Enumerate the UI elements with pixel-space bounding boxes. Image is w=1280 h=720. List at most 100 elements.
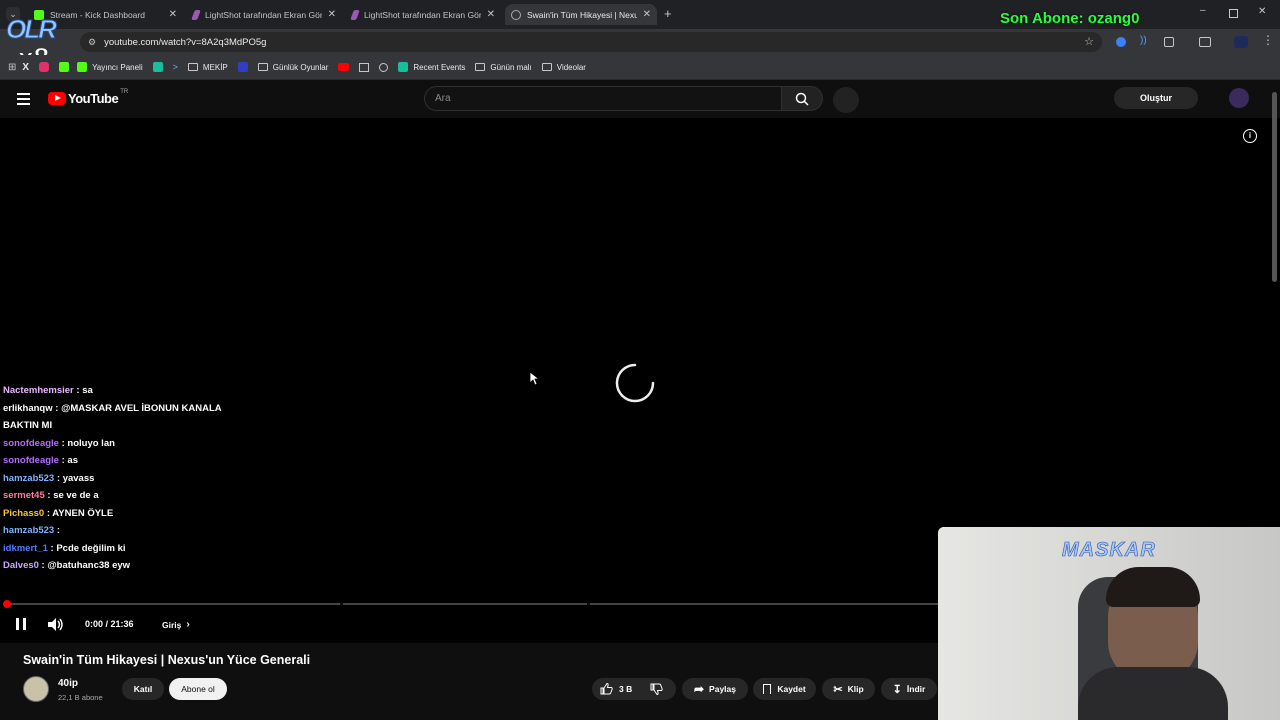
blue-bookmark-icon[interactable] — [237, 62, 248, 72]
instagram-bookmark-icon[interactable] — [39, 62, 50, 72]
x-bookmark-icon[interactable]: X — [22, 62, 29, 73]
tab-lightshot-2[interactable]: LightShot tarafından Ekran Gör ✕ — [346, 4, 501, 25]
new-tab-button[interactable]: + — [664, 6, 672, 21]
terminal-bookmark-icon[interactable]: > — [173, 62, 178, 72]
close-tab-icon[interactable]: ✕ — [328, 9, 336, 20]
video-title: Swain'in Tüm Hikayesi | Nexus'un Yüce Ge… — [23, 653, 311, 667]
teal-bookmark-icon[interactable] — [152, 62, 163, 72]
scrollbar-thumb[interactable] — [1272, 92, 1277, 282]
chat-username: hamzab523 — [3, 472, 55, 484]
tab-youtube-active[interactable]: Swain'in Tüm Hikayesi | Nexus' ✕ — [505, 4, 657, 25]
chat-separator: : — [54, 472, 63, 484]
save-label: Kaydet — [777, 684, 806, 694]
dislike-button[interactable] — [650, 683, 663, 697]
globe-bookmark-icon[interactable] — [379, 62, 389, 72]
hamburger-menu-icon[interactable] — [17, 93, 30, 105]
voice-search-button[interactable] — [833, 87, 859, 113]
chevron-right-icon: › — [186, 619, 190, 630]
share-button[interactable]: ➦ Paylaş — [682, 678, 748, 700]
progress-segment-divider — [340, 603, 343, 605]
join-button[interactable]: Katıl — [122, 678, 164, 700]
restore-window-button[interactable] — [1229, 9, 1238, 18]
info-icon[interactable]: i — [1243, 129, 1257, 143]
bookmark-icon — [763, 684, 772, 694]
save-button[interactable]: Kaydet — [753, 678, 816, 700]
bookmark-mekip[interactable]: MEKİP — [187, 63, 228, 72]
chat-username: sonofdeagle — [3, 437, 59, 449]
progress-scrubber[interactable] — [3, 600, 11, 608]
chat-username: hamzab523 — [3, 525, 55, 536]
url-text: youtube.com/watch?v=8A2q3MdPO5g — [104, 36, 267, 48]
progress-bar[interactable] — [3, 600, 940, 608]
folder-icon — [257, 63, 268, 71]
folder-icon — [541, 63, 552, 71]
thumbs-up-icon — [600, 683, 613, 695]
address-bar[interactable]: ⚙ youtube.com/watch?v=8A2q3MdPO5g ☆ — [80, 32, 1102, 52]
chat-separator: : — [44, 490, 54, 501]
profile-avatar-icon[interactable] — [1234, 36, 1248, 48]
minimize-window-button[interactable]: – — [1200, 5, 1206, 16]
tab-lightshot-1[interactable]: LightShot tarafından Ekran Gör ✕ — [187, 4, 342, 25]
chat-message: idkmert_1 : Pcde değilim ki — [3, 540, 243, 558]
bookmark-recent-events[interactable]: Recent Events — [398, 62, 465, 72]
chat-text: se ve de a — [53, 490, 99, 501]
close-tab-icon[interactable]: ✕ — [487, 9, 495, 20]
webcam-name-label: MASKAR — [1062, 539, 1156, 562]
like-count: 3 B — [619, 684, 633, 694]
chat-text: noluyo lan — [67, 437, 115, 449]
share-arrow-icon: ➦ — [693, 682, 705, 696]
site-info-icon[interactable]: ⚙ — [88, 37, 96, 48]
download-label: İndir — [906, 684, 926, 694]
chat-text: @MASKAR AVEL İBONUN KANALA — [61, 402, 222, 414]
bookmark-star-icon[interactable]: ☆ — [1084, 35, 1094, 48]
youtube-wordmark: YouTube — [68, 91, 119, 106]
bookmark-gunluk-oyunlar[interactable]: Günlük Oyunlar — [257, 62, 329, 72]
chat-message: Dalves0 : @batuhanc38 eyw — [3, 557, 243, 575]
close-tab-icon[interactable]: ✕ — [643, 9, 651, 20]
extension-icon-blue[interactable] — [1116, 37, 1126, 47]
kick-bookmark-icon[interactable] — [59, 62, 70, 72]
bookmark-label: Günlük Oyunlar — [272, 62, 329, 72]
chapter-button[interactable]: Giriş › — [162, 619, 190, 630]
chat-message: erlikhanqw : @MASKAR AVEL İBONUN KANALA — [3, 400, 243, 418]
apps-grid-icon[interactable]: ⊞ — [8, 62, 16, 73]
download-button[interactable]: ↧ İndir — [881, 678, 937, 700]
streamlabs-icon — [398, 62, 409, 72]
search-button[interactable] — [781, 86, 823, 111]
chat-text: as — [67, 455, 78, 466]
pause-button[interactable] — [15, 618, 27, 630]
image-bookmark-icon[interactable] — [359, 62, 370, 72]
chat-separator: : — [52, 402, 62, 414]
extension-icon-audio[interactable]: )) — [1140, 35, 1147, 46]
subscribe-button[interactable]: Abone ol — [169, 678, 227, 700]
volume-button[interactable] — [48, 618, 64, 636]
browser-menu-icon[interactable]: ⋮ — [1262, 33, 1274, 47]
youtube-bookmark-icon[interactable] — [338, 63, 350, 71]
close-tab-icon[interactable]: ✕ — [169, 9, 177, 20]
chat-text: yavass — [62, 472, 95, 484]
chat-username: Dalves0 — [3, 560, 39, 571]
channel-avatar[interactable] — [23, 676, 49, 702]
channel-name[interactable]: 40ip — [58, 678, 78, 689]
like-dislike-group: 3 B — [592, 678, 676, 700]
region-code: TR — [120, 88, 129, 95]
bookmark-gunun-mali[interactable]: Günün malı — [475, 63, 532, 72]
extensions-puzzle-icon[interactable] — [1164, 37, 1174, 47]
player-controls: 0:00 / 21:36 Giriş › — [0, 600, 940, 643]
chat-message: Nactemhemsier : sa — [3, 382, 243, 400]
chat-message: sonofdeagle : noluyo lan — [3, 435, 243, 453]
close-window-button[interactable]: ✕ — [1258, 6, 1266, 17]
youtube-logo[interactable]: YouTube TR — [48, 88, 129, 106]
mouse-cursor-icon — [530, 372, 540, 386]
create-button[interactable]: Oluştur — [1114, 87, 1198, 109]
search-input[interactable]: Ara — [424, 86, 782, 111]
clip-label: Klip — [847, 684, 864, 694]
bookmark-label: Yayıncı Paneli — [92, 62, 143, 72]
bookmark-yayinci-paneli[interactable]: Yayıncı Paneli — [77, 62, 143, 72]
bookmark-videolar[interactable]: Videolar — [541, 63, 586, 72]
like-button[interactable]: 3 B — [600, 683, 632, 695]
side-panel-icon[interactable] — [1199, 37, 1211, 47]
logo-text: OLR — [6, 14, 58, 45]
account-avatar[interactable] — [1229, 88, 1249, 108]
clip-button[interactable]: ✂ Klip — [822, 678, 875, 700]
